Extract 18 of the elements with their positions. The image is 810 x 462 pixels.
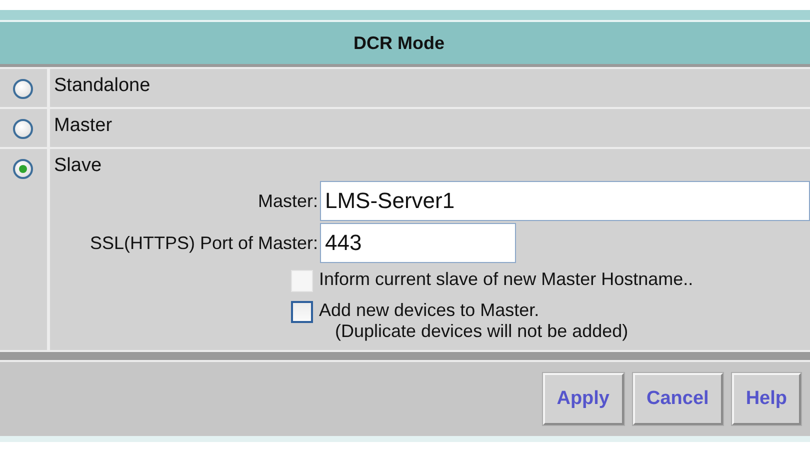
- master-label: Master:: [256, 190, 319, 212]
- radio-button[interactable]: [13, 159, 33, 179]
- panel-title: DCR Mode: [354, 32, 444, 54]
- port-field[interactable]: 443: [320, 223, 516, 263]
- master-field[interactable]: LMS-Server1: [320, 181, 810, 221]
- dialog-button[interactable]: Help: [732, 373, 801, 425]
- mode-label: Slave: [54, 155, 102, 176]
- mode-label: Standalone: [54, 75, 150, 96]
- checkbox-note: (Duplicate devices will not be added): [334, 321, 628, 342]
- mode-label: Master: [54, 115, 112, 136]
- radio-button[interactable]: [13, 79, 33, 99]
- checkbox-label: Inform current slave of new Master Hostname..: [319, 269, 694, 290]
- radio-button[interactable]: [13, 119, 33, 139]
- dialog-button[interactable]: Cancel: [632, 373, 723, 425]
- checkbox-label: Add new devices to Master.: [319, 300, 540, 321]
- dialog-button[interactable]: Apply: [542, 373, 624, 425]
- checkbox[interactable]: [291, 301, 313, 323]
- port-label: SSL(HTTPS) Port of Master:: [88, 232, 319, 254]
